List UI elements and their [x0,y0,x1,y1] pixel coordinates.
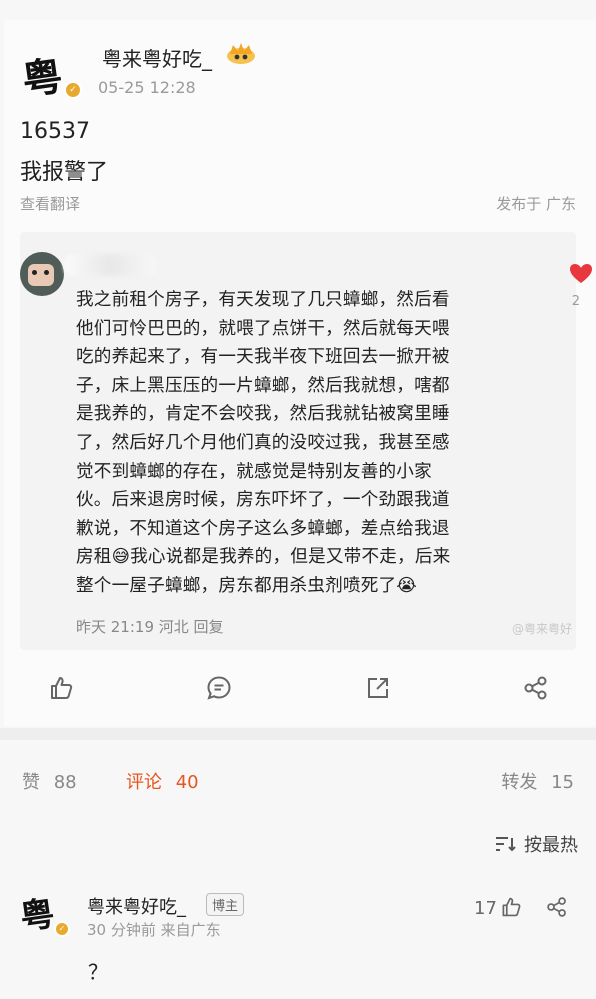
text-line: 歉说，不知道这个房子这么多蟑螂，差点给我退 [76,518,450,539]
watermark: @粤来粤好 [511,622,572,636]
crown-icon [224,40,258,66]
reply-author-name[interactable]: 粤来粤好吃_ [87,893,186,919]
reposts-tab[interactable]: 转发 15 [501,768,574,794]
text-line: 是我养的，肯定不会咬我，然后我就钻被窝里睡 [76,404,450,425]
share-icon[interactable] [523,675,549,701]
text-line: 了，然后好几个月他们真的没咬过我，我甚至感 [76,432,450,453]
commenter-avatar[interactable] [20,252,64,296]
reply-time-location: 30 分钟前 来自广东 [87,921,221,939]
sort-control[interactable]: 按最热 [494,831,578,857]
commenter-name-blurred [64,254,156,276]
sort-icon [494,835,518,853]
author-avatar[interactable]: 粤 [18,43,66,106]
section-divider [0,728,596,740]
text-line: 我之前租个房子，有天发现了几只蟑螂，然后看 [76,290,450,310]
sort-label: 按最热 [524,835,578,856]
reply-author-avatar[interactable]: 粤 [17,886,57,939]
quoted-comment-card: 我之前租个房子，有天发现了几只蟑螂，然后看 他们可怜巴巴的，就喂了点饼干，然后就… [20,232,592,650]
text-line: 整个一屋子蟑螂，房东都用杀虫剂喷死了😭 [76,575,418,596]
blogger-badge: 博主 [206,893,245,916]
post-content-line1: 16537 [20,119,90,144]
comments-count: 40 [175,772,199,793]
reply-text: ？ [88,960,108,984]
comments-tab[interactable]: 评论 40 [126,768,199,794]
text-line: 房租😅我心说都是我养的，但是又带不走，后来 [76,547,451,568]
repost-icon[interactable] [365,675,391,701]
text-line: 吃的养起来了，有一天我半夜下班回去一掀开被 [76,347,450,368]
text-line: 伙。后来退房时候，房东吓坏了，一个劲跟我道 [76,490,450,511]
comment-icon[interactable] [206,675,232,701]
text-line: 他们可怜巴巴的，就喂了点饼干，然后就每天喂 [76,318,450,339]
reply-like-count: 17 [474,898,497,919]
post-timestamp: 05-25 12:28 [98,78,196,97]
reposts-count: 15 [551,772,574,793]
text-line: 觉不到蟑螂的存在，就感觉是特别友善的小家 [76,461,432,482]
text-line: 子，床上黑压压的一片蟑螂，然后我就想，嗐都 [76,375,450,396]
post-content-line2: 我报警了 [20,160,109,185]
quoted-comment-text: 我之前租个房子，有天发现了几只蟑螂，然后看 他们可怜巴巴的，就喂了点饼干，然后就… [76,286,536,601]
stats-bar: 赞 88 评论 40 转发 15 [0,740,596,820]
likes-label: 赞 [22,772,40,793]
likes-count: 88 [53,772,77,793]
quoted-like-count: 2 [571,294,580,309]
reposts-label: 转发 [501,772,538,793]
reply-share-icon[interactable] [546,896,568,918]
heart-icon[interactable] [570,264,592,284]
published-location: 发布于 广东 [496,195,576,213]
quoted-comment-meta: 昨天 21:19 河北 回复 [76,618,224,636]
comments-label: 评论 [126,772,162,793]
verified-badge-icon: ✓ [64,81,82,99]
author-name[interactable]: 粤来粤好吃_ [102,43,212,72]
reply-like-icon[interactable] [500,896,522,918]
reply-verified-badge-icon: ✓ [54,921,70,937]
likes-tab[interactable]: 赞 88 [22,768,77,794]
like-icon[interactable] [48,675,74,701]
translate-link[interactable]: 查看翻译 [20,193,80,214]
